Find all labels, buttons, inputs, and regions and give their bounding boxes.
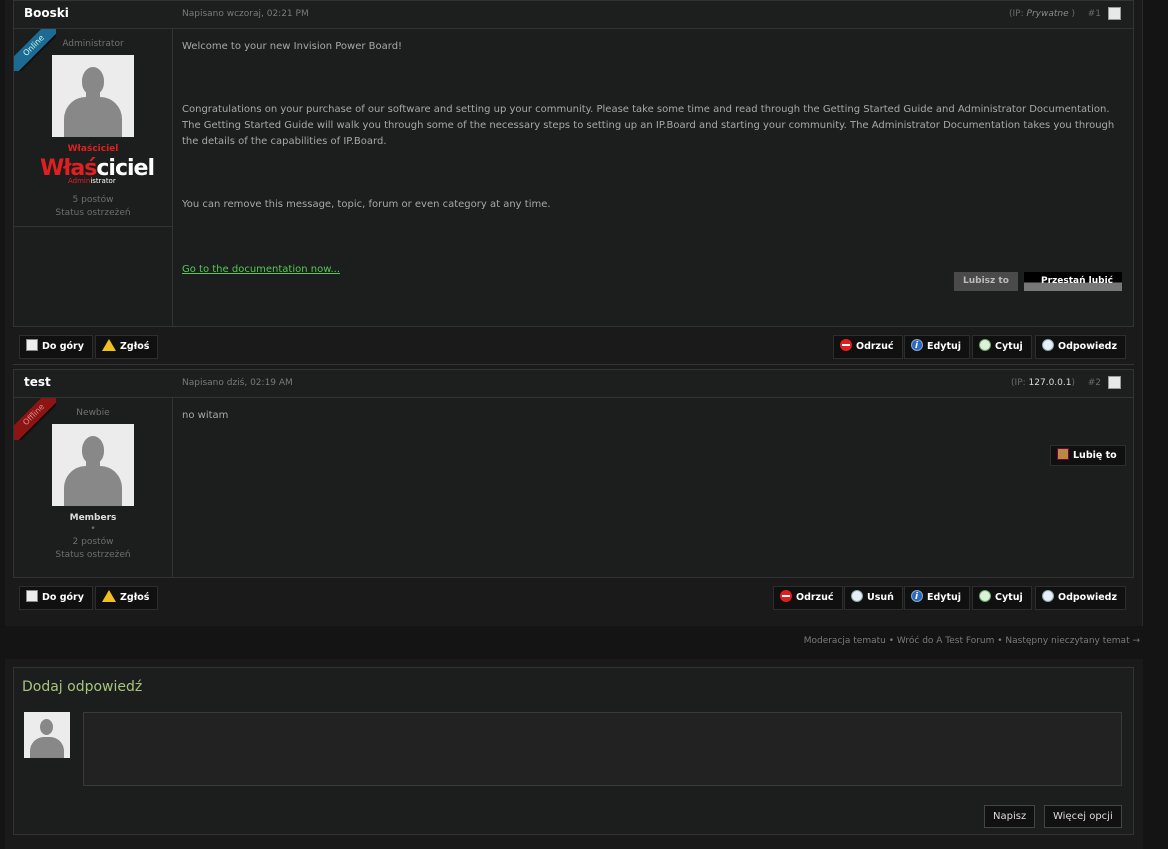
- online-ribbon: Online: [14, 29, 56, 71]
- post-ip: (IP: 127.0.0.1): [1011, 378, 1075, 388]
- post-header: test Napisano dziś, 02:19 AM (IP: 127.0.…: [14, 370, 1133, 398]
- quote-bubble-icon: [979, 339, 991, 351]
- post-date: Napisano wczoraj, 02:21 PM: [182, 9, 309, 19]
- liked-indicator: Lubisz to: [954, 272, 1018, 291]
- top-button[interactable]: Do góry: [19, 586, 93, 610]
- page-icon: [26, 339, 38, 351]
- post-paragraph: You can remove this message, topic, foru…: [182, 199, 551, 210]
- quick-reply-box: Dodaj odpowiedź Napisz Więcej opcji: [13, 667, 1134, 835]
- reply-button[interactable]: Odpowiedz: [1035, 335, 1127, 359]
- unlike-button[interactable]: Przestań lubić: [1024, 272, 1122, 291]
- post-author-link[interactable]: test: [24, 375, 51, 389]
- post-author-link[interactable]: Booski: [24, 6, 69, 20]
- quote-button[interactable]: Cytuj: [972, 335, 1032, 359]
- report-button[interactable]: Zgłoś: [95, 586, 159, 610]
- avatar[interactable]: [52, 55, 134, 137]
- no-entry-icon: [780, 590, 792, 602]
- post-count: 5 postów: [72, 195, 114, 205]
- reject-button[interactable]: Odrzuć: [833, 335, 903, 359]
- post-2-controls: Do góry Zgłoś Odrzuć Usuń Edytuj Cytuj O…: [13, 578, 1134, 616]
- reply-button[interactable]: Odpowiedz: [1035, 586, 1127, 610]
- warning-icon: [102, 590, 116, 602]
- post-select-checkbox[interactable]: [1108, 376, 1121, 389]
- side-divider: [14, 226, 172, 227]
- post-count: 2 postów: [72, 537, 114, 547]
- warning-icon: [102, 339, 116, 351]
- posts-container: Booski Napisano wczoraj, 02:21 PM (IP: P…: [5, 0, 1143, 626]
- warn-status: Status ostrzeżeń: [55, 208, 131, 218]
- delete-button[interactable]: Usuń: [844, 586, 903, 610]
- documentation-link[interactable]: Go to the documentation now...: [182, 264, 340, 275]
- more-options-button[interactable]: Więcej opcji: [1044, 805, 1122, 828]
- quote-button[interactable]: Cytuj: [972, 586, 1032, 610]
- post-ip: (IP: Prywatne ): [1009, 9, 1075, 19]
- separator-dot: •: [90, 524, 96, 534]
- speech-bubble-icon: [1042, 339, 1054, 351]
- post-header: Booski Napisano wczoraj, 02:21 PM (IP: P…: [14, 1, 1133, 29]
- info-icon: [911, 335, 923, 357]
- edit-button[interactable]: Edytuj: [904, 335, 971, 359]
- speech-bubble-icon: [851, 590, 863, 602]
- author-info: Online Administrator Właściciel Właścici…: [14, 29, 173, 326]
- info-icon: [911, 586, 923, 608]
- post-number-link[interactable]: #2: [1088, 378, 1101, 388]
- page-icon: [26, 590, 38, 602]
- post-paragraph: no witam: [182, 410, 229, 421]
- post-paragraph: Welcome to your new Invision Power Board…: [182, 41, 403, 52]
- no-entry-icon: [840, 339, 852, 351]
- post-number-link[interactable]: #1: [1088, 9, 1101, 19]
- edit-button[interactable]: Edytuj: [904, 586, 971, 610]
- post-select-checkbox[interactable]: [1108, 7, 1121, 20]
- quote-bubble-icon: [979, 590, 991, 602]
- reply-textarea[interactable]: [83, 712, 1122, 786]
- package-icon: [1057, 448, 1069, 460]
- topic-footer-links[interactable]: Moderacja tematu • Wróć do A Test Forum …: [804, 636, 1140, 646]
- post-body: Welcome to your new Invision Power Board…: [182, 29, 1123, 278]
- speech-bubble-icon: [1042, 590, 1054, 602]
- post-1: Booski Napisano wczoraj, 02:21 PM (IP: P…: [13, 0, 1134, 327]
- post-2: test Napisano dziś, 02:19 AM (IP: 127.0.…: [13, 369, 1134, 578]
- post-date: Napisano dziś, 02:19 AM: [182, 378, 293, 388]
- submit-button[interactable]: Napisz: [984, 805, 1036, 828]
- post-paragraph: Congratulations on your purchase of our …: [182, 104, 1115, 147]
- report-button[interactable]: Zgłoś: [95, 335, 159, 359]
- group-name: Właściciel: [67, 144, 119, 154]
- reply-avatar: [24, 712, 70, 758]
- top-button[interactable]: Do góry: [19, 335, 93, 359]
- group-name: Members: [69, 513, 117, 523]
- avatar[interactable]: [52, 424, 134, 506]
- post-1-controls: Do góry Zgłoś Odrzuć Edytuj Cytuj Odpowi…: [13, 327, 1134, 365]
- author-info: Offline Newbie Members • 2 postów Status…: [14, 398, 173, 577]
- post-body: no witam: [182, 398, 1123, 424]
- reject-button[interactable]: Odrzuć: [773, 586, 843, 610]
- warn-status: Status ostrzeżeń: [55, 550, 131, 560]
- group-image: Właściciel Administrator: [40, 156, 155, 185]
- quick-reply: Dodaj odpowiedź Napisz Więcej opcji: [5, 659, 1143, 849]
- reply-title: Dodaj odpowiedź: [22, 679, 143, 695]
- like-button[interactable]: Lubię to: [1050, 445, 1126, 466]
- offline-ribbon: Offline: [14, 398, 56, 440]
